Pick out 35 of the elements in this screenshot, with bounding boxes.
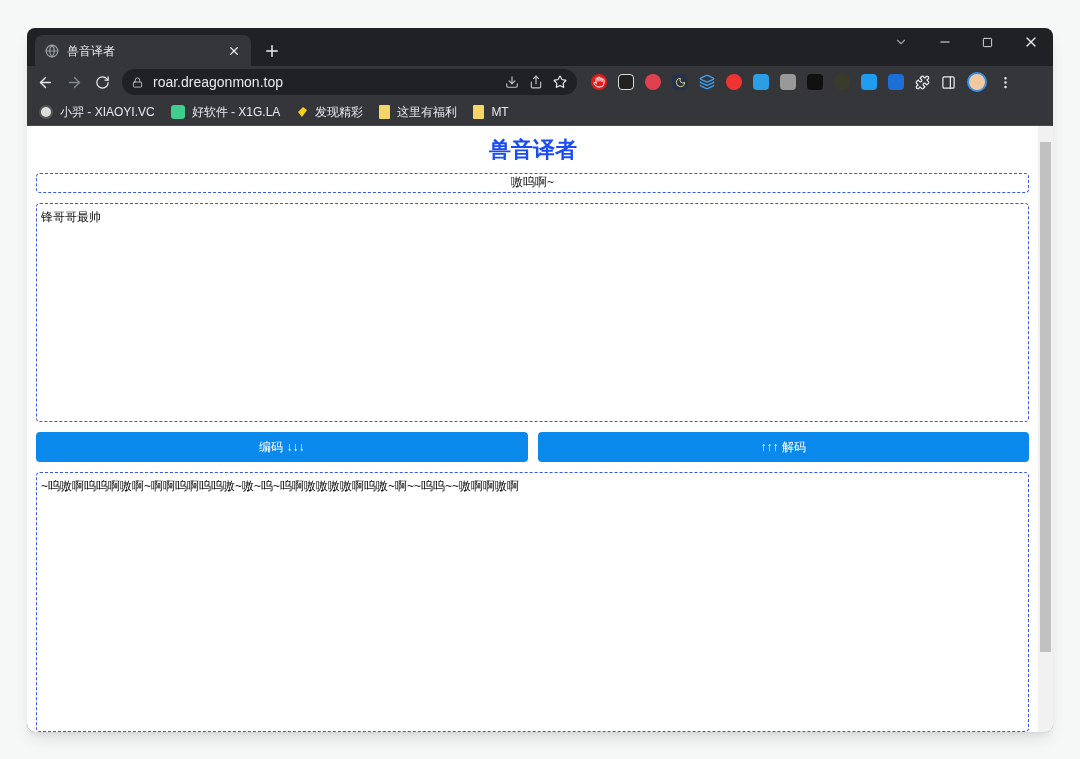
bookmark-star-icon[interactable] bbox=[553, 75, 567, 89]
lock-icon bbox=[132, 76, 143, 88]
bookmark[interactable]: 这里有福利 bbox=[379, 102, 458, 121]
avatar-icon[interactable] bbox=[967, 72, 987, 92]
url-text: roar.dreagonmon.top bbox=[153, 72, 284, 92]
side-panel-icon[interactable] bbox=[941, 74, 956, 90]
share-icon[interactable] bbox=[529, 75, 543, 89]
bookmark-page-icon bbox=[473, 104, 485, 119]
action-button[interactable]: 编码 ↓↓↓ bbox=[36, 432, 528, 462]
bookmark[interactable]: 小羿 - XIAOYI.VC bbox=[39, 102, 155, 121]
input-area[interactable]: 锋哥哥最帅 bbox=[36, 202, 1029, 422]
app-icon bbox=[170, 104, 185, 119]
bookmark-page-icon bbox=[379, 104, 391, 119]
globe-icon bbox=[45, 43, 59, 58]
maximize-icon[interactable] bbox=[982, 36, 993, 48]
extensions-icon[interactable] bbox=[915, 74, 930, 90]
bookmark[interactable]: 好软件 - X1G.LA bbox=[170, 102, 281, 121]
bookmark[interactable]: 发现精彩 bbox=[296, 102, 364, 121]
install-icon[interactable] bbox=[505, 75, 519, 89]
moon-icon[interactable] bbox=[672, 74, 688, 90]
browser-tab[interactable]: 兽音译者 bbox=[35, 35, 251, 66]
address-bar[interactable]: roar.dreagonmon.top bbox=[122, 69, 577, 95]
new-tab-icon[interactable] bbox=[263, 42, 281, 60]
page-title: 兽音译者 bbox=[487, 136, 578, 164]
key-field[interactable]: 嗷呜啊~ bbox=[36, 173, 1029, 193]
layers-icon[interactable] bbox=[699, 74, 715, 90]
scrollbar[interactable] bbox=[1038, 126, 1053, 732]
tag-icon bbox=[296, 105, 309, 118]
reload-icon[interactable] bbox=[95, 74, 110, 90]
action-button[interactable]: ↑↑↑ 解码 bbox=[537, 432, 1029, 462]
output-area[interactable]: ~呜嗷啊呜呜啊嗷啊~啊啊呜啊呜呜嗷~嗷~呜~呜啊嗷嗷嗷嗷啊呜嗷~啊~~呜呜~~嗷啊啊嗷啊 bbox=[36, 472, 1029, 732]
avatar-icon bbox=[39, 104, 53, 119]
tab-title: 兽音译者 bbox=[67, 42, 116, 60]
stop-hand-icon[interactable] bbox=[591, 74, 607, 90]
bookmark[interactable]: MT bbox=[473, 102, 509, 121]
